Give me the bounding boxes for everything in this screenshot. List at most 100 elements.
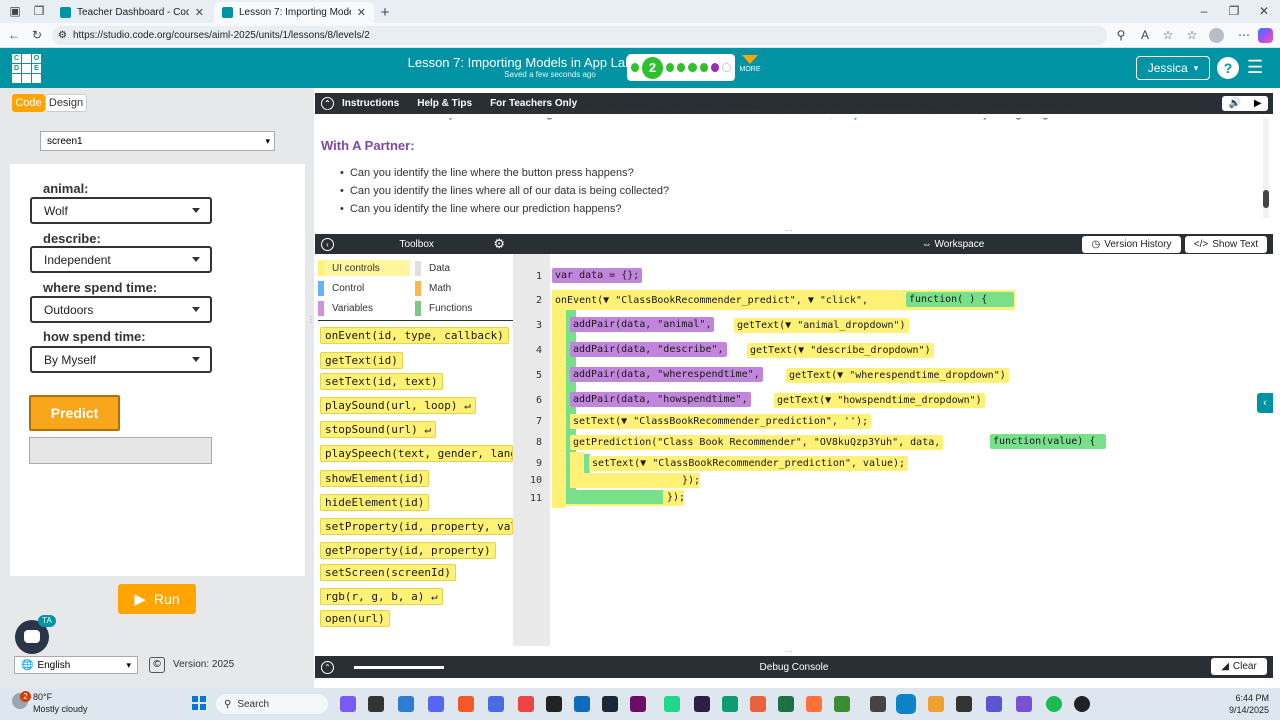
block-getproperty[interactable]: getProperty(id, property) <box>320 542 496 559</box>
level-dot[interactable] <box>631 63 640 72</box>
block-onevent[interactable]: onEvent(id, type, callback) <box>320 327 509 344</box>
animal-dropdown[interactable]: Wolf <box>30 197 212 224</box>
code-line-6-gettext[interactable]: getText(▼ "howspendtime_dropdown") <box>774 393 985 408</box>
taskbar-app-icon[interactable] <box>574 696 590 712</box>
code-workspace[interactable] <box>550 254 1273 646</box>
windows-start-icon[interactable] <box>192 696 206 710</box>
reload-icon[interactable]: ↻ <box>29 28 45 42</box>
code-line-8-function[interactable]: function(value) { <box>990 434 1106 449</box>
taskbar-edge-icon[interactable] <box>896 694 916 714</box>
clock-date[interactable]: 9/14/2025 <box>1205 705 1269 715</box>
collapse-toolbox-icon[interactable]: ‹ <box>321 237 334 251</box>
block-rgb[interactable]: rgb(r, g, b, a) ↵ <box>320 588 443 605</box>
code-line-8-getprediction[interactable]: getPrediction("Class Book Recommender", … <box>570 435 944 450</box>
copyright-icon[interactable]: © <box>149 657 165 673</box>
taskbar-app-icon[interactable] <box>602 696 618 712</box>
level-dot[interactable] <box>665 63 675 72</box>
howspendtime-dropdown[interactable]: By Myself <box>30 346 212 373</box>
clear-console-button[interactable]: ◢ Clear <box>1211 658 1267 675</box>
user-menu[interactable]: Jessica ▾ <box>1136 56 1210 80</box>
category-data[interactable]: Data <box>415 260 450 276</box>
taskbar-app-icon[interactable] <box>398 696 414 712</box>
taskbar-app-icon[interactable] <box>722 696 738 712</box>
taskbar-app-icon[interactable] <box>806 696 822 712</box>
pane-resize-handle[interactable]: ⋮ <box>307 315 315 324</box>
browser-menu-icon[interactable]: ▣ <box>7 4 23 18</box>
category-control[interactable]: Control <box>318 280 364 296</box>
category-variables[interactable]: Variables <box>318 300 373 316</box>
copilot-icon[interactable] <box>1258 28 1273 43</box>
site-info-icon[interactable]: ⚙ <box>58 30 67 41</box>
block-hideelement[interactable]: hideElement(id) <box>320 494 430 511</box>
address-bar[interactable]: ⚙ https://studio.code.org/courses/aiml-2… <box>52 26 1107 45</box>
collections-icon[interactable]: ☆ <box>1184 28 1200 42</box>
profile-avatar[interactable] <box>1209 28 1224 43</box>
level-dot[interactable] <box>677 63 686 72</box>
design-tab-button[interactable]: Design <box>45 94 87 112</box>
current-level-dot[interactable]: 2 <box>642 56 663 79</box>
wherespendtime-dropdown[interactable]: Outdoors <box>30 296 212 323</box>
taskbar-app-icon[interactable] <box>630 696 646 712</box>
level-dot[interactable] <box>688 63 697 72</box>
block-stopsound[interactable]: stopSound(url) ↵ <box>320 421 436 438</box>
taskbar-app-icon[interactable] <box>546 696 562 712</box>
block-playspeech[interactable]: playSpeech(text, gender, language) <box>320 445 513 462</box>
taskbar-app-icon[interactable] <box>340 696 356 712</box>
category-ui-controls[interactable]: UI controls <box>318 260 410 276</box>
taskbar-app-icon[interactable] <box>750 696 766 712</box>
code-line-5-gettext[interactable]: getText(▼ "wherespendtime_dropdown") <box>786 368 1009 383</box>
code-line-2-onevent[interactable]: onEvent(▼ "ClassBookRecommender_predict"… <box>552 293 871 308</box>
code-line-4-gettext[interactable]: getText(▼ "describe_dropdown") <box>747 343 934 358</box>
taskbar-app-icon[interactable] <box>488 696 504 712</box>
close-tab-icon[interactable]: ✕ <box>195 6 204 19</box>
close-tab-icon[interactable]: ✕ <box>357 6 366 19</box>
block-settext[interactable]: setText(id, text) <box>320 373 443 390</box>
hamburger-menu-icon[interactable]: ☰ <box>1247 57 1263 78</box>
back-icon[interactable]: ← <box>6 28 22 42</box>
version-history-button[interactable]: ◷ Version History <box>1082 236 1181 253</box>
run-button[interactable]: ▶ Run <box>118 584 196 614</box>
codeorg-logo[interactable]: CO DE <box>12 54 42 83</box>
block-open[interactable]: open(url) <box>320 610 390 627</box>
block-setscreen[interactable]: setScreen(screenId) <box>320 564 456 581</box>
expand-panel-icon[interactable]: ‹ <box>1257 393 1273 413</box>
close-window-icon[interactable]: ✕ <box>1256 4 1272 18</box>
code-line-2-function[interactable]: function( ) { <box>906 292 1014 307</box>
more-menu-icon[interactable]: ⋯ <box>1236 28 1252 42</box>
browser-tab-teacher-dashboard[interactable]: Teacher Dashboard - Code.org ✕ <box>52 2 212 23</box>
favorite-star-icon[interactable]: ☆ <box>1160 28 1176 42</box>
code-line-4-addpair[interactable]: addPair(data, "describe", <box>570 342 727 357</box>
show-text-button[interactable]: </> Show Text <box>1185 236 1267 253</box>
new-tab-icon[interactable]: + <box>377 4 393 21</box>
browser-tab-lesson[interactable]: Lesson 7: Importing Models in Ap ✕ <box>214 2 374 23</box>
taskbar-app-icon[interactable] <box>778 696 794 712</box>
taskbar-app-icon[interactable] <box>368 696 384 712</box>
block-setproperty[interactable]: setProperty(id, property, value) <box>320 518 513 535</box>
level-dot[interactable] <box>699 63 709 72</box>
predict-button[interactable]: Predict <box>29 395 120 431</box>
taskbar-search[interactable]: ⚲ Search <box>216 694 328 714</box>
block-gettext[interactable]: getText(id) <box>320 352 403 369</box>
code-tab-button[interactable]: Code <box>12 94 45 112</box>
clock-time[interactable]: 6:44 PM <box>1205 693 1269 703</box>
block-playsound[interactable]: playSound(url, loop) ↵ <box>320 397 476 414</box>
taskbar-app-icon[interactable] <box>928 696 944 712</box>
block-showelement[interactable]: showElement(id) <box>320 470 430 487</box>
taskbar-app-icon[interactable] <box>664 696 680 712</box>
taskbar-app-icon[interactable] <box>1074 696 1090 712</box>
taskbar-app-icon[interactable] <box>834 696 850 712</box>
help-icon[interactable]: ? <box>1217 57 1239 79</box>
taskbar-app-icon[interactable] <box>428 696 444 712</box>
code-line-9-settext[interactable]: setText(▼ "ClassBookRecommender_predicti… <box>589 456 909 471</box>
screen-select[interactable]: screen1 ▾ <box>40 131 275 151</box>
minimize-icon[interactable]: – <box>1196 4 1212 18</box>
gear-icon[interactable]: ⚙ <box>493 236 505 252</box>
level-dot[interactable] <box>722 63 731 72</box>
taskbar-app-icon[interactable] <box>870 696 886 712</box>
category-functions[interactable]: Functions <box>415 300 472 316</box>
code-line-1[interactable]: var data = {}; <box>552 268 643 283</box>
read-aloud-icon[interactable]: A <box>1137 28 1153 42</box>
code-line-5-addpair[interactable]: addPair(data, "wherespendtime", <box>570 367 763 382</box>
code-line-3-addpair[interactable]: addPair(data, "animal", <box>570 317 715 332</box>
taskbar-app-icon[interactable] <box>458 696 474 712</box>
